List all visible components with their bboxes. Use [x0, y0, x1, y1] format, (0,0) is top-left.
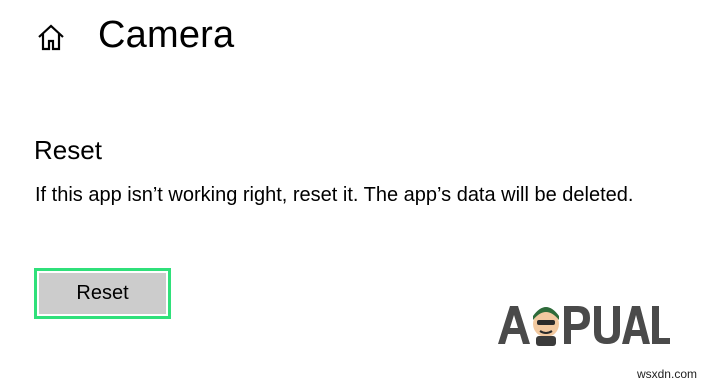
home-button[interactable]: [30, 16, 72, 58]
section-heading-reset: Reset: [34, 135, 102, 165]
reset-description: If this app isn’t working right, reset i…: [35, 184, 634, 206]
watermark-url: wsxdn.com: [636, 367, 697, 381]
reset-button-label: Reset: [39, 273, 166, 314]
page-title: Camera: [98, 14, 235, 56]
reset-button[interactable]: Reset: [34, 268, 171, 319]
appuals-logo: [498, 306, 670, 346]
page-header: Camera: [0, 0, 707, 70]
home-icon: [38, 24, 64, 51]
